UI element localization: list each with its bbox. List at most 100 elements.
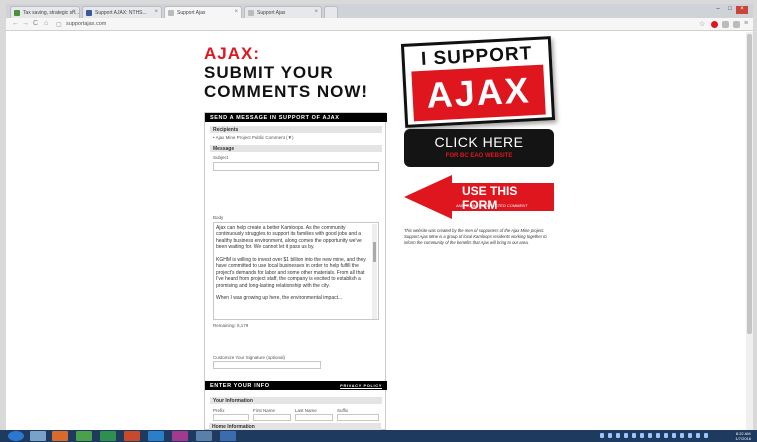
extension-icon[interactable]	[722, 21, 729, 28]
page-info-icon[interactable]: ▢	[56, 21, 62, 28]
forward-icon[interactable]: →	[22, 20, 29, 27]
first-name-input[interactable]	[253, 414, 291, 421]
tray-icon[interactable]	[624, 433, 628, 438]
tab-label: Tax saving, strategic sh...	[23, 10, 80, 16]
body-label: Body	[213, 215, 224, 220]
heading-line3: COMMENTS NOW!	[204, 82, 369, 101]
tab-label: Support Ajax	[257, 10, 286, 16]
use-this-form-sub-label: AND SUBMIT A DIRECTED COMMENT	[456, 203, 528, 208]
tab-2[interactable]: Support AJAX: NTHS... ×	[82, 6, 162, 18]
page-heading: AJAX: SUBMIT YOUR COMMENTS NOW!	[204, 44, 368, 101]
subject-input[interactable]	[213, 162, 379, 171]
reload-icon[interactable]: C	[33, 20, 38, 27]
menu-icon[interactable]: ≡	[744, 20, 748, 27]
extension-icon[interactable]	[733, 21, 740, 28]
tray-icon[interactable]	[640, 433, 644, 438]
use-this-form-arrow[interactable]: USE THIS FORM AND SUBMIT A DIRECTED COMM…	[404, 175, 554, 219]
taskbar-powerpoint-icon[interactable]	[124, 431, 140, 441]
taskbar-app-icon[interactable]	[172, 431, 188, 441]
minimize-icon[interactable]: –	[712, 6, 724, 14]
tab-favicon-icon	[168, 10, 174, 16]
close-window-icon[interactable]: ×	[736, 6, 748, 14]
url-field[interactable]: supportajax.com	[66, 21, 106, 27]
tab-3-active[interactable]: Support Ajax ×	[164, 6, 242, 18]
taskbar-skype-icon[interactable]	[148, 431, 164, 441]
last-name-label: Last Name	[295, 408, 317, 413]
tray-icon[interactable]	[704, 433, 708, 438]
message-section-label: Message	[210, 145, 382, 152]
comment-form: SEND A MESSAGE IN SUPPORT OF AJAX Recipi…	[204, 112, 387, 430]
remaining-count: Remaining: 5,179	[213, 323, 249, 328]
tray-icon[interactable]	[600, 433, 604, 438]
tray-icon[interactable]	[680, 433, 684, 438]
last-name-input[interactable]	[295, 414, 333, 421]
close-tab-icon[interactable]: ×	[234, 9, 238, 15]
enter-info-label: ENTER YOUR INFO	[210, 383, 270, 389]
extension-red-icon[interactable]	[711, 21, 718, 28]
scrollbar-thumb[interactable]	[747, 34, 752, 334]
clock-date: 1/7/2016	[735, 436, 751, 441]
logo-bottom-text: AJAX	[411, 64, 546, 122]
tab-1[interactable]: Tax saving, strategic sh... ×	[10, 6, 80, 18]
privacy-policy-link[interactable]: PRIVACY POLICY	[340, 383, 382, 388]
taskbar-chrome-icon[interactable]	[76, 431, 92, 441]
body-textarea[interactable]: Ajax can help create a better Kamloops. …	[213, 222, 379, 320]
taskbar-app-icon[interactable]	[52, 431, 68, 441]
textarea-scrollbar[interactable]	[372, 224, 377, 319]
body-text: Ajax can help create a better Kamloops. …	[216, 225, 366, 302]
tab-4[interactable]: Support Ajax ×	[244, 6, 322, 18]
close-tab-icon[interactable]: ×	[154, 9, 158, 15]
tab-favicon-icon	[248, 10, 254, 16]
signature-label: Customize Your Signature (optional)	[213, 355, 286, 360]
tray-icon[interactable]	[656, 433, 660, 438]
taskbar-app-icon[interactable]	[220, 431, 236, 441]
browser-window: Tax saving, strategic sh... × Support AJ…	[6, 4, 753, 430]
tray-icon[interactable]	[648, 433, 652, 438]
first-name-label: First Name	[253, 408, 276, 413]
start-button-icon[interactable]	[8, 431, 24, 441]
page-scrollbar[interactable]	[746, 32, 753, 430]
send-message-bar: SEND A MESSAGE IN SUPPORT OF AJAX	[205, 113, 387, 122]
tray-icon[interactable]	[664, 433, 668, 438]
your-info-section-label: Your Information	[210, 397, 382, 404]
taskbar-clock[interactable]: 8:22 AM 1/7/2016	[735, 431, 751, 441]
tray-icon[interactable]	[616, 433, 620, 438]
site-description: This website was created by the men of s…	[404, 228, 547, 245]
click-here-label: CLICK HERE	[434, 134, 524, 150]
tab-favicon-icon	[14, 10, 20, 16]
recipients-section-label: Recipients	[210, 126, 382, 133]
close-tab-icon[interactable]: ×	[314, 9, 318, 15]
tray-icon[interactable]	[688, 433, 692, 438]
suffix-input[interactable]	[337, 414, 379, 421]
signature-input[interactable]	[213, 361, 321, 369]
tray-icon[interactable]	[608, 433, 612, 438]
tray-icon[interactable]	[672, 433, 676, 438]
recipients-value[interactable]: • Ajax Mine Project Public Comment (▼)	[213, 135, 294, 140]
tab-favicon-icon	[86, 10, 92, 16]
webpage: AJAX: SUBMIT YOUR COMMENTS NOW! I SUPPOR…	[6, 32, 746, 430]
enter-info-bar: ENTER YOUR INFO PRIVACY POLICY	[205, 381, 387, 390]
taskbar-explorer-icon[interactable]	[30, 431, 46, 441]
taskbar-app-icon[interactable]	[196, 431, 212, 441]
windows-taskbar: 8:22 AM 1/7/2016	[0, 430, 757, 442]
home-icon[interactable]: ⌂	[44, 20, 48, 27]
prefix-label: Prefix	[213, 408, 225, 413]
click-here-sub-label: FOR BC EAO WEBSITE	[445, 153, 513, 159]
maximize-icon[interactable]: □	[724, 6, 736, 14]
prefix-input[interactable]	[213, 414, 249, 421]
home-info-section-label: Home Information	[209, 423, 381, 430]
address-bar: ← → C ⌂ ▢ supportajax.com ☆ ≡	[6, 18, 753, 31]
close-tab-icon[interactable]: ×	[72, 9, 76, 15]
new-tab-button[interactable]	[324, 6, 338, 18]
heading-line2: SUBMIT YOUR	[204, 63, 334, 82]
bookmark-star-icon[interactable]: ☆	[699, 20, 705, 28]
tray-icon[interactable]	[696, 433, 700, 438]
heading-line1: AJAX:	[204, 44, 261, 63]
back-icon[interactable]: ←	[12, 20, 19, 27]
tab-label: Support AJAX: NTHS...	[95, 10, 147, 16]
click-here-button[interactable]: CLICK HERE FOR BC EAO WEBSITE	[404, 129, 554, 167]
tray-icon[interactable]	[632, 433, 636, 438]
taskbar-excel-icon[interactable]	[100, 431, 116, 441]
tab-label: Support Ajax	[177, 10, 206, 16]
tab-strip: Tax saving, strategic sh... × Support AJ…	[6, 4, 753, 18]
